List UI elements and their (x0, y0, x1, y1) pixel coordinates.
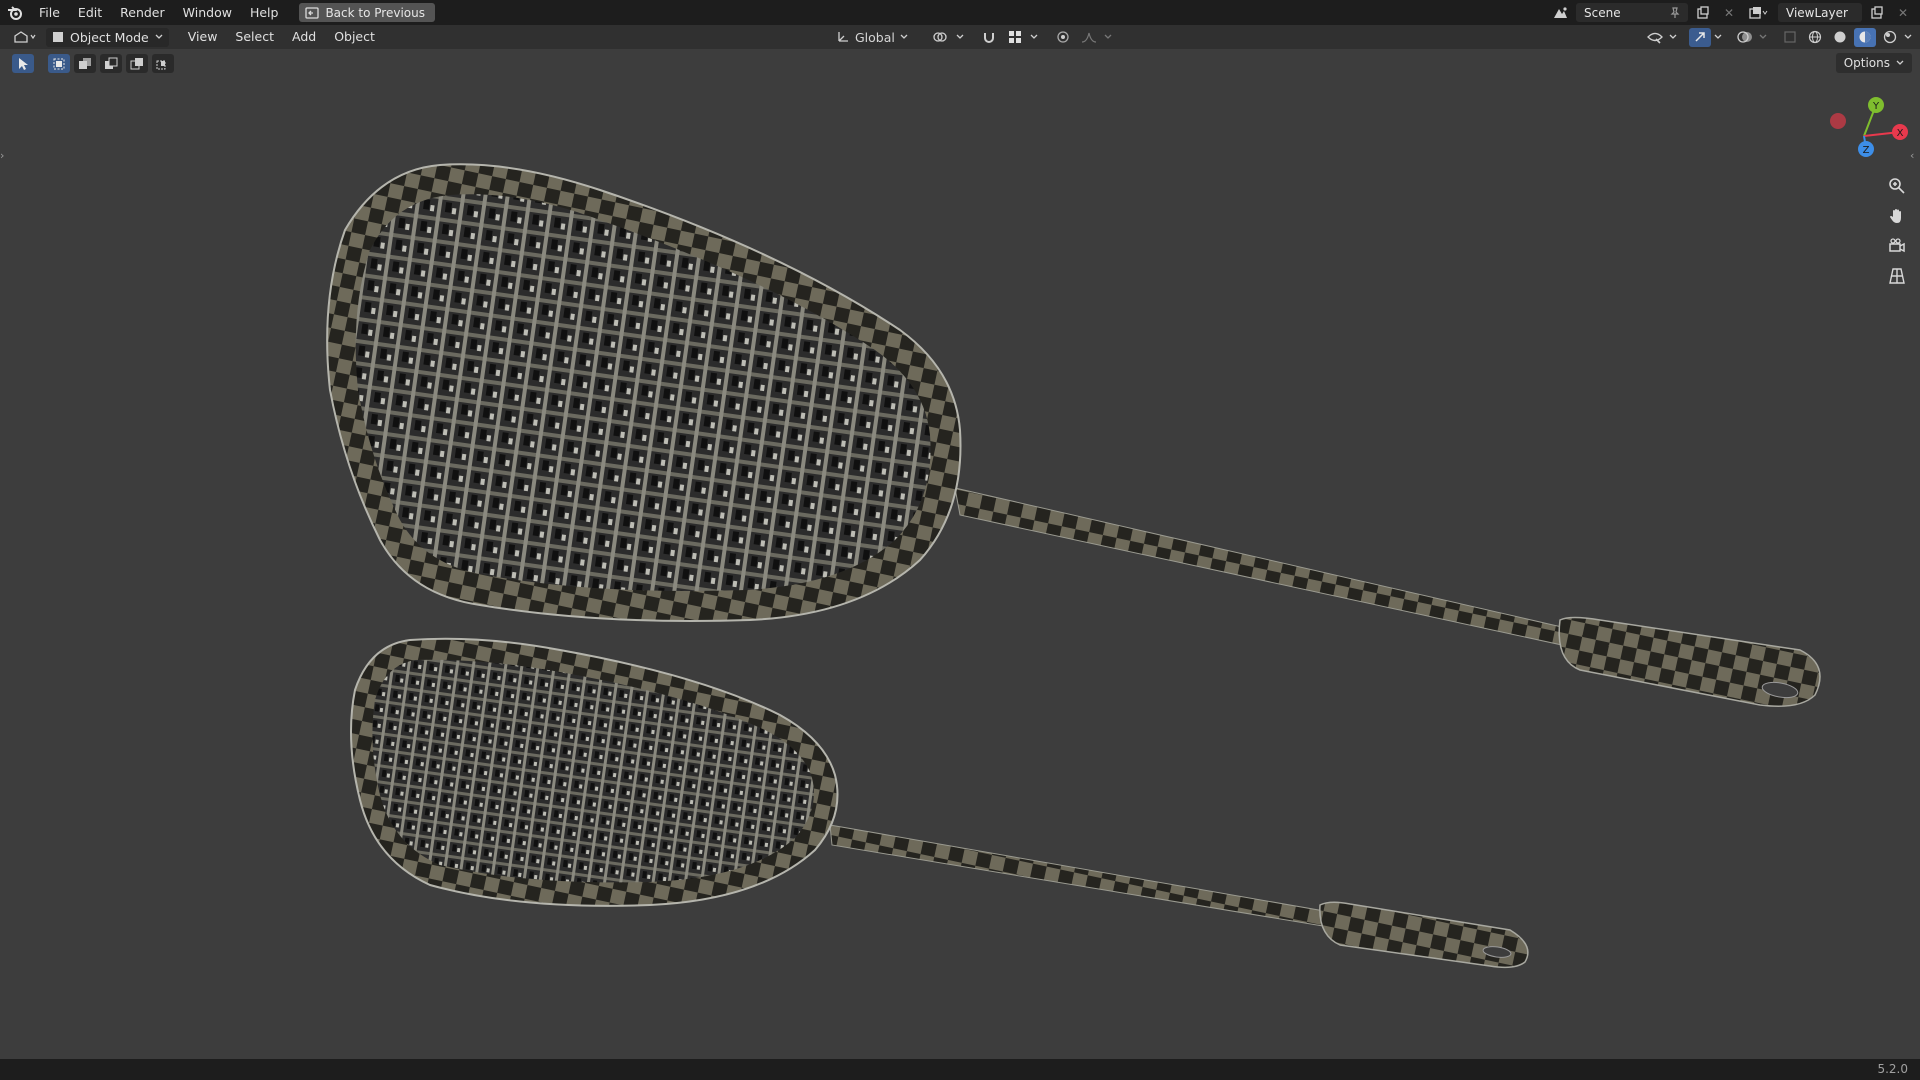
orientation-axes-icon (838, 32, 848, 42)
transform-tools: Global (836, 28, 1112, 46)
rendered-shading-icon[interactable] (1879, 28, 1901, 47)
wireframe-shading-icon[interactable] (1804, 28, 1826, 47)
camera-icon (1889, 238, 1905, 253)
scene-name-field[interactable]: Scene (1576, 3, 1688, 22)
proportional-editing-icon[interactable] (1052, 28, 1074, 47)
chevron-down-icon[interactable] (1669, 34, 1677, 40)
solid-shading-icon[interactable] (1829, 28, 1851, 47)
material-preview-shading-icon[interactable] (1854, 27, 1876, 47)
menu-help[interactable]: Help (241, 0, 288, 25)
large-fly-swatter[interactable] (326, 163, 1821, 707)
menu-edit[interactable]: Edit (69, 0, 111, 25)
mode-label: Object Mode (70, 29, 149, 45)
transform-orientation-label: Global (855, 29, 895, 45)
view-layer-name: ViewLayer (1786, 5, 1848, 20)
xray-toggle-icon[interactable] (1779, 28, 1801, 47)
delete-view-layer-icon[interactable]: ✕ (1892, 3, 1914, 22)
hand-icon (1890, 209, 1901, 223)
chevron-down-icon[interactable] (1714, 34, 1722, 40)
menu-file[interactable]: File (30, 0, 69, 25)
small-fly-swatter[interactable] (350, 637, 1529, 969)
options-label: Options (1843, 56, 1890, 70)
select-subtract-mode-button[interactable] (100, 54, 122, 73)
gizmo-y-label: Y (1872, 101, 1880, 112)
sidebar-expand-arrow[interactable]: ‹ (1910, 149, 1918, 165)
viewport-navigation-buttons (1884, 174, 1910, 288)
select-difference-icon (130, 57, 143, 69)
select-difference-mode-button[interactable] (126, 54, 148, 73)
snap-toggle-icon[interactable] (978, 28, 1000, 47)
chevron-down-icon[interactable] (1904, 34, 1912, 40)
chevron-down-icon (1896, 60, 1904, 65)
new-view-layer-icon[interactable] (1866, 3, 1888, 22)
chevron-down-icon[interactable] (1030, 34, 1038, 40)
select-new-icon (53, 58, 65, 69)
select-subtract-icon (105, 57, 118, 69)
top-bar: File Edit Render Window Help Back to Pre… (0, 0, 1920, 25)
view-layer-name-field[interactable]: ViewLayer (1778, 3, 1862, 22)
select-extend-icon (79, 57, 91, 69)
grid-perspective-icon (1889, 268, 1905, 284)
overlays-toggle-icon[interactable] (1734, 28, 1756, 47)
pin-icon[interactable] (1670, 6, 1680, 19)
new-scene-icon[interactable] (1692, 3, 1714, 22)
chevron-down-icon (155, 34, 163, 39)
selection-mode-toolbar (12, 54, 174, 73)
object-mode-dropdown[interactable]: Object Mode (46, 27, 169, 47)
menu-render[interactable]: Render (111, 0, 174, 25)
viewport-display-tools (1644, 27, 1912, 47)
gizmo-z-label: Z (1863, 145, 1870, 156)
cursor-icon (19, 57, 28, 70)
options-dropdown[interactable]: Options (1835, 53, 1912, 73)
pan-view-button[interactable] (1884, 204, 1910, 228)
chevron-down-icon (900, 34, 908, 39)
select-intersect-icon (156, 60, 166, 69)
viewport-scene[interactable] (0, 49, 1920, 1059)
view-layer-selector-icon[interactable] (1744, 3, 1774, 22)
transform-orientation-dropdown[interactable]: Global (836, 30, 908, 45)
gizmo-x-label: X (1897, 128, 1904, 139)
menu-view[interactable]: View (179, 25, 227, 49)
select-new-mode-button[interactable] (48, 54, 70, 73)
blender-logo-icon[interactable] (0, 0, 30, 25)
select-tool-button[interactable] (12, 54, 34, 73)
version-label: 5.2.0 (1877, 1062, 1908, 1076)
editor-type-icon[interactable] (10, 28, 42, 46)
main-menu: File Edit Render Window Help (30, 0, 287, 25)
gizmo-neg-x-ball[interactable] (1830, 113, 1846, 129)
menu-window[interactable]: Window (174, 0, 241, 25)
top-right-controls: Scene ✕ ViewLayer ✕ (1550, 0, 1920, 25)
zoom-icon (1889, 178, 1905, 194)
viewport-menu: View Select Add Object (179, 25, 384, 49)
menu-select[interactable]: Select (226, 25, 283, 49)
back-to-previous-label: Back to Previous (325, 5, 425, 20)
status-bar: 5.2.0 (0, 1059, 1920, 1080)
menu-add[interactable]: Add (283, 25, 325, 49)
scene-selector-icon[interactable] (1550, 3, 1572, 22)
menu-object[interactable]: Object (325, 25, 384, 49)
select-extend-mode-button[interactable] (74, 54, 96, 73)
chevron-down-icon[interactable] (1104, 34, 1112, 40)
scene-name: Scene (1584, 5, 1621, 20)
screen-back-icon (305, 6, 320, 19)
viewport-header: Object Mode View Select Add Object Globa… (0, 25, 1920, 49)
visibility-selectability-icon[interactable] (1644, 28, 1666, 47)
object-mode-icon (53, 32, 63, 42)
perspective-toggle-button[interactable] (1884, 264, 1910, 288)
zoom-view-button[interactable] (1884, 174, 1910, 198)
select-intersect-mode-button[interactable] (152, 54, 174, 73)
falloff-curve-icon[interactable] (1078, 28, 1100, 47)
toolbar-expand-arrow[interactable]: › (0, 149, 8, 165)
chevron-down-icon[interactable] (956, 34, 964, 40)
pivot-point-icon[interactable] (930, 28, 952, 47)
delete-scene-icon[interactable]: ✕ (1718, 3, 1740, 22)
back-to-previous-button[interactable]: Back to Previous (299, 3, 435, 22)
snap-increment-icon[interactable] (1004, 28, 1026, 47)
chevron-down-icon[interactable] (1759, 34, 1767, 40)
camera-view-button[interactable] (1884, 234, 1910, 258)
gizmo-toggle-icon[interactable] (1689, 27, 1711, 47)
3d-viewport[interactable]: › ‹ (0, 49, 1920, 1059)
navigation-gizmo[interactable]: Y X Z (1820, 92, 1910, 162)
